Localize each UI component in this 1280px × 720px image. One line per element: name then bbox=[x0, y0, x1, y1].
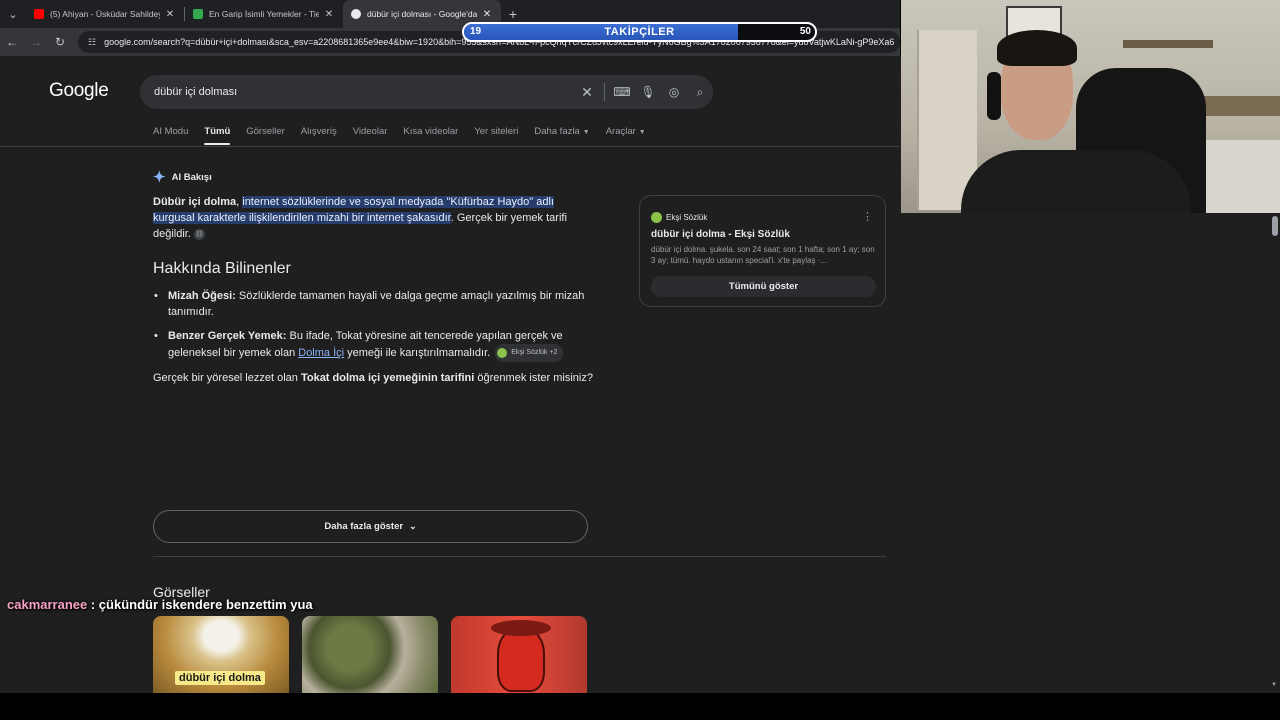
youtube-icon bbox=[34, 9, 44, 19]
thumbnail-caption: dübür içi dolma bbox=[175, 671, 265, 685]
cartoon-figure bbox=[497, 628, 545, 692]
section-heading: Hakkında Bilinenler bbox=[153, 260, 291, 277]
google-icon bbox=[351, 9, 361, 19]
scrollbar-thumb[interactable] bbox=[1272, 216, 1278, 236]
cartoon-hat bbox=[491, 620, 551, 636]
chat-message: cakmarranee : çükündür iskendere benzett… bbox=[7, 597, 313, 612]
tab-all[interactable]: Tümü bbox=[204, 126, 230, 145]
tabs-divider bbox=[0, 146, 900, 147]
cam-shelf bbox=[1193, 96, 1280, 116]
chat-username: cakmarranee bbox=[7, 597, 88, 612]
followers-goal: 50 bbox=[799, 26, 811, 37]
section-divider bbox=[153, 556, 886, 557]
sheet-icon bbox=[193, 9, 203, 19]
webcam-overlay bbox=[901, 0, 1280, 213]
bullet-title: Benzer Gerçek Yemek: bbox=[168, 330, 287, 342]
dolma-ici-link[interactable]: Dolma İçi bbox=[298, 347, 344, 359]
followup-pre: Gerçek bir yöresel lezzet olan bbox=[153, 372, 301, 384]
chat-text: çükündür iskendere benzettim yua bbox=[98, 597, 313, 612]
mic-icon[interactable]: 🎙 bbox=[635, 85, 661, 99]
chevron-down-icon: ⌄ bbox=[409, 521, 417, 531]
cam-shelf bbox=[1123, 40, 1213, 48]
tab-videos[interactable]: Videolar bbox=[353, 126, 388, 145]
caret-down-icon: ▼ bbox=[582, 129, 590, 136]
tab-more-label: Daha fazla bbox=[534, 126, 580, 137]
eksi-sozluk-icon bbox=[497, 348, 508, 358]
search-divider bbox=[604, 83, 605, 101]
image-thumbnail[interactable] bbox=[302, 616, 438, 693]
tab-places[interactable]: Yer siteleri bbox=[474, 126, 518, 145]
source-chip-label: Ekşi Sözlük +2 bbox=[511, 349, 558, 356]
search-input[interactable]: dübür içi dolması bbox=[154, 86, 574, 98]
source-site-name: Ekşi Sözlük bbox=[666, 213, 708, 222]
forward-icon[interactable]: → bbox=[24, 28, 48, 56]
followers-label: TAKİPÇİLER bbox=[604, 26, 675, 38]
followup-bold: Tokat dolma içi yemeğinin tarifini bbox=[300, 372, 475, 384]
bullet-title: Mizah Öğesi: bbox=[168, 290, 236, 302]
more-vert-icon[interactable]: ⋮ bbox=[862, 210, 873, 223]
bottom-black-strip bbox=[0, 693, 1280, 720]
image-thumbnail[interactable] bbox=[451, 616, 587, 693]
caret-down-icon: ▼ bbox=[638, 129, 646, 136]
clear-icon[interactable]: ✕ bbox=[574, 84, 600, 101]
cam-person-hair bbox=[997, 30, 1077, 66]
source-card[interactable]: Ekşi Sözlük ⋮ dübür içi dolma - Ekşi Söz… bbox=[639, 195, 886, 307]
tab-ai-mode[interactable]: AI Modu bbox=[153, 126, 188, 145]
scroll-down-icon[interactable]: ▼ bbox=[1271, 682, 1277, 688]
search-tabs: AI Modu Tümü Görseller Alışveriş Videola… bbox=[153, 126, 662, 145]
tab-tools[interactable]: Araçlar ▼ bbox=[606, 126, 646, 145]
cam-person-body bbox=[961, 150, 1191, 213]
tune-icon[interactable]: ☷ bbox=[88, 37, 96, 48]
facts-list: Mizah Öğesi: Sözlüklerde tamamen hayali … bbox=[153, 288, 593, 370]
tab-more[interactable]: Daha fazla ▼ bbox=[534, 126, 589, 145]
show-more-label: Daha fazla göster bbox=[324, 521, 404, 532]
followers-goal-bar: 19 TAKİPÇİLER 50 bbox=[462, 22, 817, 42]
close-icon[interactable]: ✕ bbox=[481, 9, 493, 20]
tab-search-chevron-icon[interactable]: ⌄ bbox=[0, 0, 26, 28]
ai-overview-title: AI Bakışı bbox=[171, 171, 212, 183]
browser-tab-youtube[interactable]: (5) Ahiyan - Üsküdar Sahildeyim ✕ bbox=[26, 0, 184, 28]
show-all-button[interactable]: Tümünü göster bbox=[651, 276, 876, 297]
eksi-sozluk-icon bbox=[651, 212, 662, 223]
tab-title: dübür içi dolması - Google'da A bbox=[367, 9, 477, 19]
source-title[interactable]: dübür içi dolma - Ekşi Sözlük bbox=[651, 229, 790, 240]
close-icon[interactable]: ✕ bbox=[323, 9, 335, 20]
source-site: Ekşi Sözlük bbox=[651, 212, 707, 223]
ai-overview-summary: Dübür içi dolma, internet sözlüklerinde … bbox=[153, 194, 593, 242]
headset-icon bbox=[987, 72, 1001, 120]
show-more-button[interactable]: Daha fazla göster ⌄ bbox=[153, 510, 588, 543]
sparkle-icon: ✦ bbox=[153, 169, 166, 186]
link-icon[interactable]: ⛓ bbox=[193, 228, 205, 240]
close-icon[interactable]: ✕ bbox=[164, 9, 176, 20]
ai-overview-header: ✦ AI Bakışı bbox=[153, 168, 212, 186]
reload-icon[interactable]: ↻ bbox=[48, 28, 72, 56]
summary-subject: Dübür içi dolma bbox=[153, 196, 237, 208]
source-chip[interactable]: Ekşi Sözlük +2 bbox=[495, 344, 564, 362]
bullet-tail: yemeği ile karıştırılmamalıdır. bbox=[344, 346, 491, 359]
tab-tools-label: Araçlar bbox=[605, 126, 636, 137]
lens-icon[interactable]: ◎ bbox=[661, 85, 687, 99]
browser-tab-tier-list[interactable]: En Garip İsimli Yemekler - Tier L ✕ bbox=[185, 0, 343, 28]
search-icon[interactable]: ⌕ bbox=[687, 85, 713, 100]
image-thumbnail[interactable]: dübür içi dolma bbox=[153, 616, 289, 693]
keyboard-icon[interactable]: ⌨ bbox=[609, 85, 635, 99]
back-icon[interactable]: ← bbox=[0, 28, 24, 56]
source-description: dübür içi dolma. şukela. son 24 saat; so… bbox=[651, 245, 875, 265]
tab-images[interactable]: Görseller bbox=[246, 126, 285, 145]
search-box[interactable]: dübür içi dolması ✕ ⌨ 🎙 ◎ ⌕ bbox=[140, 75, 713, 109]
google-logo[interactable]: Google bbox=[49, 80, 109, 102]
list-item: Mizah Öğesi: Sözlüklerde tamamen hayali … bbox=[153, 288, 593, 320]
chat-sep: : bbox=[87, 597, 99, 612]
followup-post: öğrenmek ister misiniz? bbox=[474, 372, 593, 384]
tab-title: En Garip İsimli Yemekler - Tier L bbox=[209, 9, 319, 19]
tab-shopping[interactable]: Alışveriş bbox=[301, 126, 337, 145]
tab-title: (5) Ahiyan - Üsküdar Sahildeyim bbox=[50, 9, 160, 19]
ai-overview-followup: Gerçek bir yöresel lezzet olan Tokat dol… bbox=[153, 370, 593, 386]
tab-short-videos[interactable]: Kısa videolar bbox=[403, 126, 458, 145]
list-item: Benzer Gerçek Yemek: Bu ifade, Tokat yör… bbox=[153, 328, 593, 362]
